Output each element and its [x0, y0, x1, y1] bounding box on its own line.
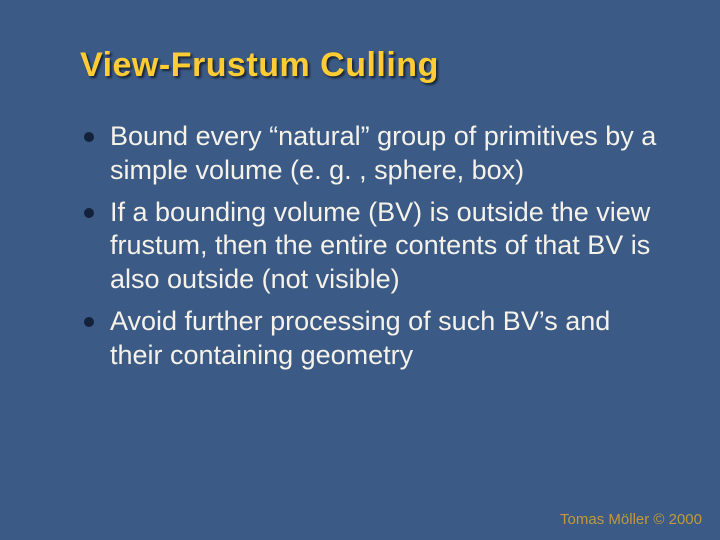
bullet-item: Bound every “natural” group of primitive… [80, 120, 670, 188]
bullet-item: Avoid further processing of such BV’s an… [80, 305, 670, 373]
title-wrap: View-Frustum Culling [80, 46, 680, 85]
bullet-list: Bound every “natural” group of primitive… [80, 120, 670, 372]
bullet-item: If a bounding volume (BV) is outside the… [80, 196, 670, 297]
slide: View-Frustum Culling Bound every “natura… [0, 0, 720, 540]
slide-body: Bound every “natural” group of primitive… [80, 120, 670, 380]
slide-footer: Tomas Möller © 2000 [560, 511, 702, 528]
slide-title: View-Frustum Culling [80, 46, 680, 85]
